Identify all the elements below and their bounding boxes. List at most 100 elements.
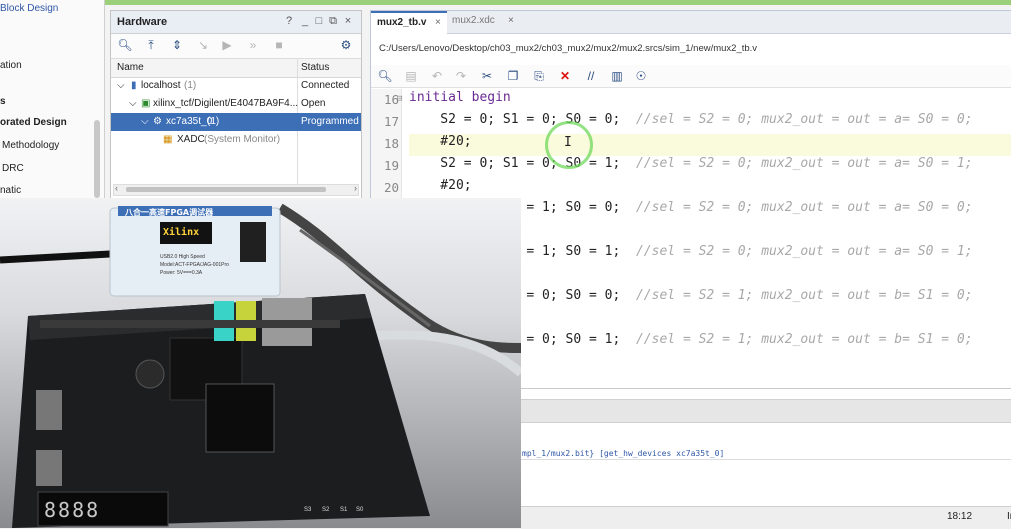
tree-row-count: (1) — [184, 80, 197, 91]
stop-icon[interactable]: ■ — [271, 38, 287, 52]
scroll-left-icon[interactable]: ‹ — [115, 183, 118, 193]
nav-item-schematic[interactable]: natic — [0, 185, 21, 196]
tree-row-count: (System Monitor) — [204, 134, 281, 145]
programmer-model: Model:ACT-FPGA/JAG-001Pro — [160, 262, 229, 268]
tab-label: mux2.xdc — [452, 15, 495, 26]
code-comment: //sel = S2 = 0; mux2_out = out = a= S0 =… — [635, 200, 973, 215]
chevron-down-icon[interactable]: ⌵ — [141, 116, 149, 127]
comment-icon[interactable]: // — [583, 69, 599, 83]
line-number: 20 — [383, 180, 399, 195]
console-header — [520, 399, 1011, 423]
code-line[interactable]: S2 = 0; S1 = 0; S0 = 1; //sel = S2 = 0; … — [409, 156, 1011, 178]
line-number: 17 — [383, 114, 399, 129]
programmer-brand: Xilinx — [163, 227, 200, 238]
scroll-right-icon[interactable]: › — [354, 183, 357, 193]
chip-icon: ⚙ — [153, 116, 162, 127]
nav-item-drc[interactable]: DRC — [2, 163, 24, 174]
close-icon[interactable]: × — [435, 17, 441, 28]
webcam-photo-fpga-board: 八合一高速FPGA调试器 Xilinx USB2.0 High Speed Mo… — [0, 198, 521, 528]
float-icon[interactable]: ⧉ — [327, 15, 339, 28]
line-number: 18 — [383, 136, 399, 151]
tree-row-xadc[interactable]: ▦ XADC (System Monitor) — [111, 131, 361, 149]
text-cursor-icon: I — [564, 135, 572, 150]
tree-row-count: (1) — [207, 116, 220, 127]
file-path: C:/Users/Lenovo/Desktop/ch03_mux2/ch03_m… — [379, 43, 758, 54]
tree-row-localhost[interactable]: ⌵ ▮ localhost (1) Connected — [111, 77, 361, 95]
chevron-down-icon[interactable]: ⌵ — [129, 98, 137, 109]
code-comment: //sel = S2 = 1; mux2_out = out = b= S1 =… — [635, 332, 973, 347]
collapse-all-icon[interactable]: ⤒ — [143, 38, 159, 53]
code-line[interactable]: S2 = 0; S1 = 0; S0 = 0; //sel = S2 = 0; … — [409, 112, 1011, 134]
nav-section-elaborated-design[interactable]: orated Design — [0, 117, 67, 128]
maximize-icon[interactable]: □ — [313, 15, 325, 27]
undo-icon[interactable]: ↶ — [429, 69, 445, 83]
minimize-icon[interactable]: _ — [299, 15, 311, 27]
code-text: S2 = 0; S1 = 0; S0 = 0; — [409, 112, 636, 127]
nav-scrollbar[interactable] — [94, 120, 100, 198]
lightbulb-icon[interactable]: ☉ — [633, 69, 649, 83]
board-label-s3: S3 — [304, 507, 312, 513]
code-comment: //sel = S2 = 0; mux2_out = out = a= S0 =… — [635, 112, 973, 127]
run-icon[interactable]: ▶ — [219, 38, 235, 52]
board-label-s1: S1 — [340, 507, 348, 513]
code-comment: //sel = S2 = 0; mux2_out = out = a= S0 =… — [635, 156, 973, 171]
hardware-panel: Hardware ? _ □ ⧉ × 🔍︎ ⤒ ⇕ ↘ ▶ » ■ ⚙ Name… — [110, 10, 362, 200]
search-icon[interactable]: 🔍︎ — [117, 38, 133, 52]
board-label-s0: S0 — [356, 507, 364, 513]
copy-icon[interactable]: ❐ — [505, 69, 521, 83]
board-label-s2: S2 — [322, 507, 330, 513]
close-icon[interactable]: × — [508, 15, 514, 26]
tree-row-status: Programmed — [301, 116, 359, 127]
redo-icon[interactable]: ↷ — [453, 69, 469, 83]
nav-item-methodology[interactable]: Methodology — [2, 140, 59, 151]
fold-icon[interactable]: ⊟ — [397, 94, 402, 104]
code-line[interactable]: #20; — [409, 178, 1011, 200]
programmer-title: 八合一高速FPGA调试器 — [125, 208, 214, 217]
top-accent-bar — [0, 0, 1011, 5]
expand-all-icon[interactable]: ⇕ — [169, 38, 185, 52]
tree-row-jtag-cable[interactable]: ⌵ ▣ xilinx_tcf/Digilent/E4047BA9F4... Op… — [111, 95, 361, 113]
tab-mux2-xdc[interactable]: mux2.xdc × — [447, 11, 519, 33]
tree-row-device[interactable]: ⌵ ⚙ xc7a35t_0 (1) Programmed — [111, 113, 361, 131]
gear-icon[interactable]: ⚙ — [338, 38, 354, 52]
help-icon[interactable]: ? — [283, 15, 295, 27]
flow-navigator: Block Design ation s orated Design Metho… — [0, 0, 105, 200]
tab-mux2-tb[interactable]: mux2_tb.v × — [371, 11, 447, 35]
search-icon[interactable]: 🔍︎ — [377, 69, 393, 83]
code-line[interactable]: initial begin — [409, 90, 1011, 112]
chevron-down-icon[interactable]: ⌵ — [117, 80, 125, 91]
code-text: #20; — [409, 178, 472, 193]
tab-label: mux2_tb.v — [377, 17, 427, 28]
code-text: initial begin — [409, 90, 511, 105]
fpga-board-photo — [0, 198, 521, 528]
nav-item-block-design[interactable]: Block Design — [0, 3, 58, 14]
save-icon[interactable]: ▤ — [403, 69, 419, 83]
scroll-thumb[interactable] — [126, 187, 326, 192]
console-divider — [520, 459, 1011, 460]
tree-row-name: localhost — [141, 80, 181, 91]
tree-row-status: Connected — [301, 80, 350, 91]
code-comment: //sel = S2 = 0; mux2_out = out = a= S0 =… — [635, 244, 973, 259]
skip-icon[interactable]: » — [245, 38, 261, 52]
hardware-table-header: Name Status — [111, 59, 361, 78]
paste-icon[interactable]: ⎘ — [531, 69, 547, 84]
nav-item-ation[interactable]: ation — [0, 60, 22, 71]
hardware-panel-header: Hardware ? _ □ ⧉ × — [111, 11, 361, 34]
column-name[interactable]: Name — [117, 62, 144, 73]
code-line-current[interactable]: #20; — [409, 134, 1011, 156]
tree-row-name: xc7a35t_0 — [166, 116, 213, 127]
column-status[interactable]: Status — [301, 62, 329, 73]
column-icon[interactable]: ▥ — [609, 69, 625, 83]
status-bar: 18:12 In — [520, 506, 1011, 529]
server-icon: ▮ — [131, 80, 137, 91]
tree-row-status: Open — [301, 98, 326, 109]
tcl-console: mpl_1/mux2.bit} [get_hw_devices xc7a35t_… — [520, 388, 1011, 509]
delete-icon[interactable]: ✕ — [557, 69, 573, 83]
hardware-panel-title: Hardware — [117, 16, 168, 28]
auto-connect-icon[interactable]: ↘ — [195, 38, 211, 52]
seven-segment-display: 8888 — [44, 498, 101, 522]
hardware-hscrollbar[interactable]: ‹ › — [113, 183, 359, 196]
cut-icon[interactable]: ✂ — [479, 69, 495, 83]
close-icon[interactable]: × — [342, 15, 354, 27]
editor-tab-bar: mux2_tb.v × mux2.xdc × — [371, 11, 1011, 35]
